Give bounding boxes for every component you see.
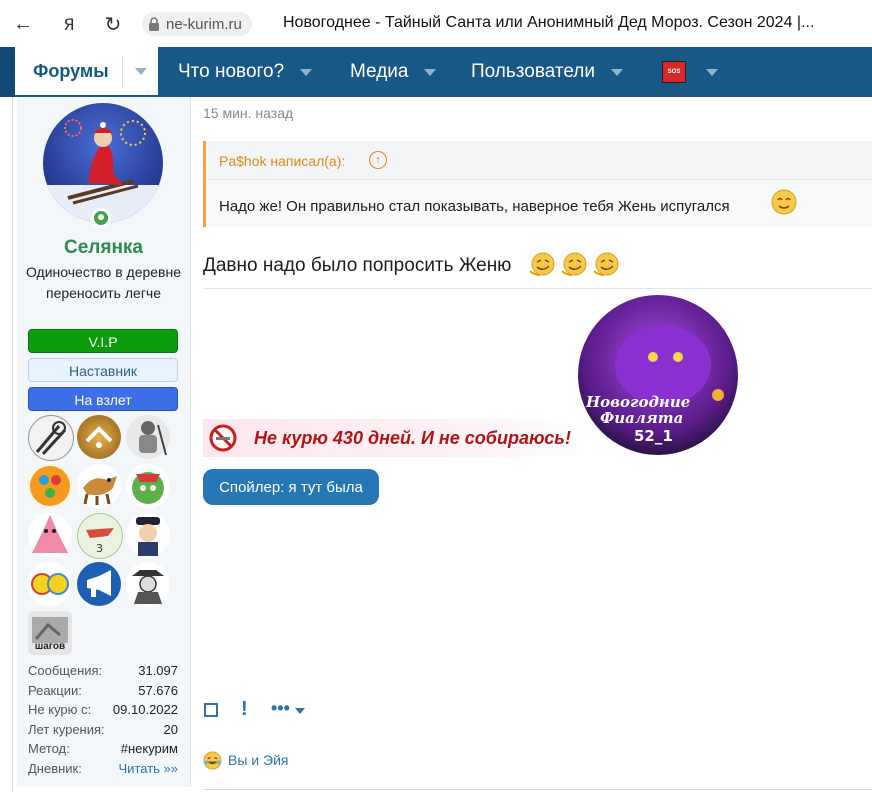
thread-content: Селянка Одиночество в деревне переносить… xyxy=(0,97,872,792)
tab-whats-new-label: Что нового? xyxy=(178,61,285,82)
stat-key: Метод: xyxy=(28,741,70,756)
award-icon[interactable] xyxy=(126,415,170,459)
stat-value: 09.10.2022 xyxy=(112,702,178,717)
chevron-down-icon[interactable] xyxy=(300,68,313,76)
award-icon[interactable] xyxy=(126,562,170,606)
quote-text: Надо же! Он правильно стал показывать, н… xyxy=(219,198,730,215)
post-bottom-border xyxy=(203,789,872,790)
tab-media-label: Медиа xyxy=(350,61,409,82)
quote-block: Pa$hok написал(а): ↑ Надо же! Он правиль… xyxy=(203,141,872,227)
award-icon[interactable] xyxy=(28,562,72,606)
signature-image-number: 52_1 xyxy=(634,427,673,445)
award-icon[interactable]: шагов xyxy=(28,611,72,655)
avatar[interactable] xyxy=(43,103,163,223)
stat-smoking-years: Лет курения: 20 xyxy=(28,722,178,742)
award-icon[interactable] xyxy=(126,464,170,508)
tab-sos[interactable]: SOS xyxy=(662,47,718,97)
stat-key: Реакции: xyxy=(28,682,82,698)
rolling-laugh-icon xyxy=(561,252,587,276)
reload-icon[interactable]: ↻ xyxy=(100,11,126,37)
signature-image-line2: Фиалята xyxy=(600,409,683,427)
more-options-button[interactable]: ••• xyxy=(271,698,290,719)
stat-reactions: Реакции: 57.676 xyxy=(28,683,178,703)
award-icon[interactable] xyxy=(77,562,121,606)
stat-diary: Дневник: Читать »» xyxy=(28,761,178,781)
online-status-icon xyxy=(91,208,111,228)
username[interactable]: Селянка xyxy=(17,237,190,259)
stat-key: Лет курения: xyxy=(28,721,105,737)
address-bar[interactable]: ne-kurim.ru xyxy=(142,12,252,36)
quote-author[interactable]: Pa$hok написал(а): xyxy=(219,153,345,169)
tab-users-label: Пользователи xyxy=(471,61,596,82)
rolling-laugh-icon xyxy=(529,252,555,276)
select-checkbox[interactable] xyxy=(204,703,218,717)
award-icon[interactable] xyxy=(77,415,121,459)
user-title: Одиночество в деревне переносить легче xyxy=(25,264,182,301)
chevron-down-icon[interactable] xyxy=(611,68,624,76)
tab-separator xyxy=(122,55,123,87)
tab-forums[interactable]: Форумы xyxy=(15,47,158,95)
sos-icon: SOS xyxy=(662,61,686,83)
avatar-image xyxy=(43,103,163,223)
report-button[interactable]: ! xyxy=(241,698,248,721)
yandex-icon[interactable]: Я xyxy=(56,11,82,37)
user-stats: Сообщения: 31.097 Реакции: 57.676 Не курю … xyxy=(28,663,178,780)
post-text: Давно надо было попросить Женю xyxy=(203,255,512,276)
award-caption: шагов xyxy=(34,641,66,652)
chevron-down-icon[interactable] xyxy=(424,68,437,76)
signature-no-smoking-banner: Не курю 430 дней. И не собираюсь! xyxy=(203,419,578,457)
tab-whats-new[interactable]: Что нового? xyxy=(178,47,313,97)
stat-value: 20 xyxy=(163,721,178,737)
stat-key: Не курю с: xyxy=(28,702,92,717)
url-text: ne-kurim.ru xyxy=(166,15,242,33)
banner-vip: V.I.P xyxy=(28,329,178,353)
quote-header: Pa$hok написал(а): ↑ xyxy=(206,141,872,180)
award-icon[interactable] xyxy=(28,415,74,461)
message-user-panel: Селянка Одиночество в деревне переносить… xyxy=(17,97,191,787)
svg-text:3: 3 xyxy=(96,542,103,555)
forum-navbar: Форумы Что нового? Медиа Пользователи SO… xyxy=(0,47,872,97)
stat-value: 57.676 xyxy=(138,682,178,698)
award-icon[interactable]: 3 xyxy=(77,513,123,559)
rolling-laugh-icon xyxy=(593,252,619,276)
signature-image: Новогодние Фиалята 52_1 xyxy=(578,295,738,455)
award-icon[interactable] xyxy=(28,513,72,557)
stat-value: 31.097 xyxy=(138,663,178,678)
lock-icon xyxy=(149,17,159,31)
arrow-up-icon[interactable]: ↑ xyxy=(369,151,387,169)
back-arrow-icon[interactable]: ← xyxy=(10,11,36,37)
award-icon[interactable] xyxy=(28,464,72,508)
tab-forums-label: Форумы xyxy=(33,60,109,81)
no-smoking-text: Не курю 430 дней. И не собираюсь! xyxy=(254,428,571,448)
stat-method: Метод: #некурим xyxy=(28,741,178,761)
stat-key: Дневник: xyxy=(28,760,82,776)
stat-key: Сообщения: xyxy=(28,663,103,678)
laugh-reaction-icon xyxy=(203,750,222,770)
reactions-bar[interactable]: Вы и Эйя xyxy=(203,749,288,771)
chevron-down-icon[interactable] xyxy=(295,708,305,714)
signature-divider xyxy=(203,288,872,289)
stat-value: #некурим xyxy=(120,741,178,756)
reactions-text[interactable]: Вы и Эйя xyxy=(228,752,288,768)
stat-no-smoke-since: Не курю с: 09.10.2022 xyxy=(28,702,178,722)
chevron-down-icon[interactable] xyxy=(706,68,718,76)
tab-users[interactable]: Пользователи xyxy=(471,47,624,97)
award-icon[interactable] xyxy=(77,464,121,508)
smile-icon xyxy=(771,189,797,215)
award-icon[interactable] xyxy=(126,513,170,557)
navbar-edge xyxy=(0,47,15,97)
spoiler-button[interactable]: Спойлер: я тут была xyxy=(203,469,379,505)
page-title: Новогоднее - Тайный Санта или Анонимный … xyxy=(283,14,815,31)
banner-takeoff: На взлет xyxy=(28,387,178,411)
banner-mentor: Наставник xyxy=(28,358,178,382)
tab-media[interactable]: Медиа xyxy=(350,47,437,97)
stat-messages: Сообщения: 31.097 xyxy=(28,663,178,683)
chevron-down-icon[interactable] xyxy=(135,68,147,75)
diary-link[interactable]: Читать »» xyxy=(119,761,178,776)
no-smoking-icon xyxy=(209,424,237,452)
browser-toolbar: ← Я ↻ ne-kurim.ru Новогоднее - Тайный Са… xyxy=(0,0,872,48)
post-timestamp[interactable]: 15 мин. назад xyxy=(203,105,293,121)
gutter-line xyxy=(12,97,13,792)
